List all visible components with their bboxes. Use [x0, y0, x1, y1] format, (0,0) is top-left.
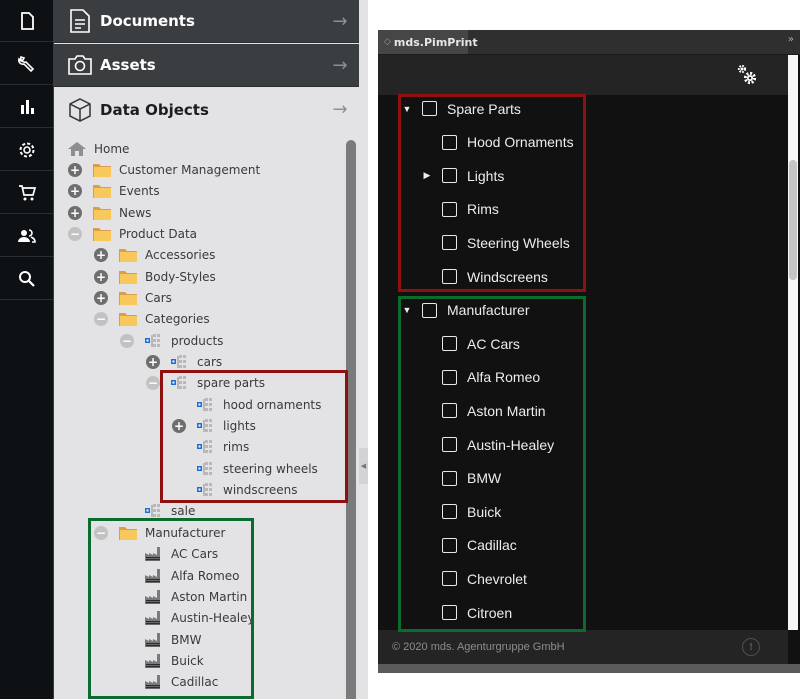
copyright-text: © 2020 mds. Agenturgruppe GmbH: [392, 641, 565, 653]
nav-settings-button[interactable]: [0, 129, 53, 171]
tree-node[interactable]: + Cars: [94, 287, 172, 308]
panel-scrollbar-track[interactable]: [788, 55, 798, 630]
folder-icon: [119, 270, 137, 284]
nav-users-button[interactable]: [0, 215, 53, 257]
arrow-right-icon[interactable]: →: [329, 99, 351, 120]
expand-icon[interactable]: +: [146, 355, 160, 369]
tree-node[interactable]: − Categories: [94, 309, 210, 330]
tree-node-label: News: [119, 205, 152, 220]
collapse-icon[interactable]: −: [146, 376, 160, 391]
tree-node[interactable]: − Product Data: [68, 223, 197, 244]
category-icon: [145, 333, 163, 348]
assets-panel-header[interactable]: Assets →: [54, 44, 359, 87]
folder-icon: [119, 248, 137, 263]
tree-node-label: Events: [119, 184, 160, 199]
users-icon: [17, 228, 36, 243]
triangle-left-icon: ◀: [360, 462, 367, 470]
tree-node-label: products: [171, 333, 224, 348]
panel-tab-bar: ◇ mds.PimPrint »: [378, 30, 800, 55]
folder-icon: [119, 312, 137, 327]
pimprint-panel: ◇ mds.PimPrint » ▼ Spare Parts Hood Orname…: [378, 30, 800, 673]
highlight-spare-parts: [160, 370, 348, 503]
expand-icon[interactable]: +: [94, 269, 108, 284]
folder-icon: [93, 227, 111, 241]
tree-node-label: Accessories: [145, 248, 216, 263]
tree-node-label: Customer Management: [119, 162, 261, 177]
main-nav-rail: [0, 0, 54, 699]
collapse-icon[interactable]: −: [94, 312, 108, 327]
tree-node-label: cars: [197, 355, 223, 369]
folder-icon: [93, 206, 111, 220]
collapse-icon[interactable]: −: [68, 226, 82, 241]
tree-node[interactable]: Home: [68, 138, 129, 159]
gear-icon: [19, 142, 34, 157]
arrow-right-icon[interactable]: →: [329, 11, 351, 32]
expand-icon[interactable]: +: [68, 205, 82, 220]
nav-ecommerce-button[interactable]: [0, 172, 53, 214]
category-icon: [171, 355, 189, 369]
expand-icon[interactable]: +: [94, 290, 108, 305]
documents-panel-header[interactable]: Documents →: [54, 0, 359, 43]
data-objects-panel-header[interactable]: Data Objects →: [54, 88, 359, 131]
sort-grip-icon: ◇: [384, 37, 391, 47]
collapse-panel-handle[interactable]: ◀: [359, 448, 368, 484]
nav-documents-button[interactable]: [0, 0, 53, 42]
tree-node-label: Body-Styles: [145, 269, 216, 284]
tree-node[interactable]: + Body-Styles: [94, 266, 216, 287]
document-lines-icon: [70, 9, 90, 33]
tree-node[interactable]: + Events: [68, 181, 160, 202]
pimprint-tab[interactable]: ◇ mds.PimPrint: [378, 30, 478, 54]
tree-node-label: Cars: [145, 290, 172, 305]
tree-node[interactable]: + News: [68, 202, 151, 223]
panel-resize-bar[interactable]: [378, 664, 800, 673]
tree-node[interactable]: + Accessories: [94, 245, 215, 266]
search-icon: [18, 270, 35, 287]
expand-icon[interactable]: +: [68, 184, 82, 199]
tree-node-label: Product Data: [119, 226, 198, 241]
expand-panel-button[interactable]: »: [788, 34, 794, 45]
data-objects-label: Data Objects: [100, 100, 209, 119]
tree-node[interactable]: + Customer Management: [68, 159, 260, 180]
highlight-manufacturer-panel: [398, 296, 586, 632]
expand-icon[interactable]: +: [94, 248, 108, 263]
tree-node-label: Home: [94, 141, 130, 156]
refresh-alert-icon[interactable]: !: [742, 638, 760, 656]
nav-reports-button[interactable]: [0, 86, 53, 128]
nav-tools-button[interactable]: [0, 43, 53, 85]
camera-icon: [68, 55, 92, 75]
collapse-icon[interactable]: −: [120, 333, 134, 348]
panel-footer: © 2020 mds. Agenturgruppe GmbH !: [378, 630, 788, 664]
folder-icon: [119, 291, 137, 305]
tree-node-label: sale: [171, 504, 196, 519]
document-icon: [20, 11, 34, 30]
expand-icon[interactable]: +: [68, 162, 82, 177]
panel-scrollbar-thumb[interactable]: [789, 160, 797, 280]
folder-icon: [93, 163, 111, 177]
cart-icon: [18, 184, 36, 200]
home-icon: [68, 141, 86, 156]
tree-node[interactable]: − products: [120, 330, 223, 351]
toggle-spacer: [120, 504, 134, 518]
gears-icon[interactable]: [736, 64, 758, 86]
assets-label: Assets: [100, 56, 156, 74]
tree-node-label: Categories: [145, 312, 210, 327]
cube-icon: [69, 97, 91, 122]
documents-label: Documents: [100, 12, 195, 30]
highlight-spare-parts-panel: [398, 94, 586, 292]
highlight-manufacturer: [88, 518, 254, 699]
nav-search-button[interactable]: [0, 258, 53, 300]
arrow-right-icon[interactable]: →: [329, 55, 351, 76]
category-icon: [145, 504, 163, 518]
pimcore-admin: Documents → Assets → Data Objects → Home…: [0, 0, 368, 699]
panel-toolbar: [378, 55, 788, 95]
bar-chart-icon: [20, 99, 34, 114]
folder-icon: [93, 184, 111, 199]
wrench-icon: [17, 55, 34, 72]
tab-label: mds.PimPrint: [393, 35, 478, 49]
